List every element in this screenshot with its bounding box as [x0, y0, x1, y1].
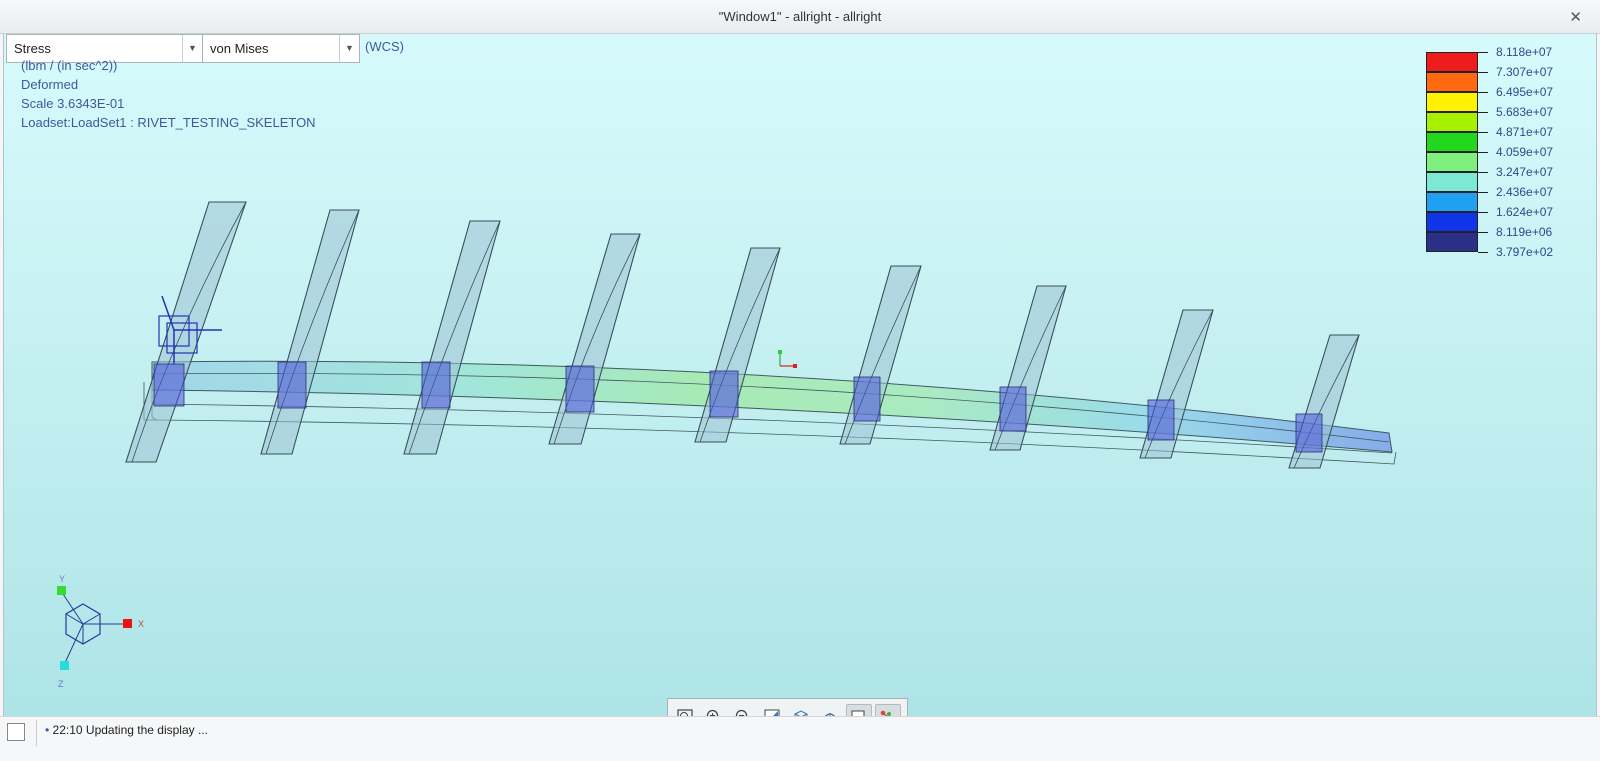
legend-tick [1478, 192, 1488, 193]
legend-label: 5.683e+07 [1496, 105, 1554, 119]
legend-label: 6.495e+07 [1496, 85, 1554, 99]
legend-band [1426, 212, 1478, 232]
legend-band [1426, 232, 1478, 252]
title-bar: "Window1" - allright - allright ✕ [0, 0, 1600, 34]
rib-1 [125, 201, 247, 463]
legend-band [1426, 152, 1478, 172]
status-bar [0, 716, 1600, 761]
legend-label: 1.624e+07 [1496, 205, 1554, 219]
legend-band [1426, 192, 1478, 212]
triad-x-label: X [138, 619, 144, 629]
legend-label: 3.797e+02 [1496, 245, 1554, 259]
zoom-out-icon[interactable] [730, 704, 756, 716]
legend-label: 4.871e+07 [1496, 125, 1554, 139]
model-view[interactable]: Y X Z [4, 34, 1597, 716]
triad-y-label: Y [59, 574, 65, 584]
orientation-triad: Y X Z [57, 574, 144, 689]
status-message: • 22:10 Updating the display ... [45, 723, 208, 737]
z-axis-handle [60, 661, 69, 670]
view-toolbar [667, 698, 908, 716]
legend-band [1426, 132, 1478, 152]
rib-6 [839, 265, 922, 445]
legend-label: 3.247e+07 [1496, 165, 1554, 179]
close-icon[interactable]: ✕ [1569, 8, 1582, 26]
stress-color-legend: 8.118e+07 7.307e+07 6.495e+07 5.683e+07 4.87… [1424, 45, 1584, 260]
legend-tick [1478, 252, 1488, 253]
zoom-in-icon[interactable] [701, 704, 727, 716]
center-marker [778, 350, 797, 368]
x-axis-handle [123, 619, 132, 628]
legend-label: 8.118e+07 [1496, 45, 1553, 59]
display-style-icon[interactable] [846, 703, 872, 716]
y-axis-handle [57, 586, 66, 595]
saved-orientations-icon[interactable] [788, 704, 814, 716]
status-toggle-checkbox[interactable] [7, 723, 25, 741]
rib-2 [260, 209, 360, 455]
window-title: "Window1" - allright - allright [718, 9, 882, 24]
legend-label: 2.436e+07 [1496, 185, 1554, 199]
legend-band [1426, 172, 1478, 192]
legend-tick [1478, 172, 1488, 173]
legend-band [1426, 52, 1478, 72]
legend-tick [1478, 72, 1488, 73]
status-bullet-icon: • [45, 723, 50, 737]
legend-band [1426, 92, 1478, 112]
legend-tick [1478, 112, 1488, 113]
spin-center-icon[interactable] [817, 704, 843, 716]
legend-tick [1478, 92, 1488, 93]
legend-tick [1478, 52, 1488, 53]
datum-display-icon[interactable] [875, 703, 901, 716]
graphics-viewport[interactable]: Stress ▼ von Mises ▼ (WCS) (lbm / (in se… [3, 34, 1597, 716]
legend-band [1426, 112, 1478, 132]
rib-4 [548, 233, 641, 445]
triad-z-label: Z [58, 679, 64, 689]
legend-tick [1478, 132, 1488, 133]
rib-5 [694, 247, 781, 443]
legend-label: 7.307e+07 [1496, 65, 1554, 79]
legend-tick [1478, 232, 1488, 233]
status-divider [36, 720, 37, 746]
status-message-text: 22:10 Updating the display ... [52, 723, 208, 737]
legend-tick [1478, 152, 1488, 153]
legend-label: 8.119e+06 [1496, 225, 1553, 239]
legend-tick [1478, 212, 1488, 213]
legend-label: 4.059e+07 [1496, 145, 1554, 159]
repaint-icon[interactable] [759, 704, 785, 716]
refit-icon[interactable] [672, 704, 698, 716]
rib-3 [403, 220, 501, 455]
legend-band [1426, 72, 1478, 92]
beam-rail [143, 360, 1397, 465]
